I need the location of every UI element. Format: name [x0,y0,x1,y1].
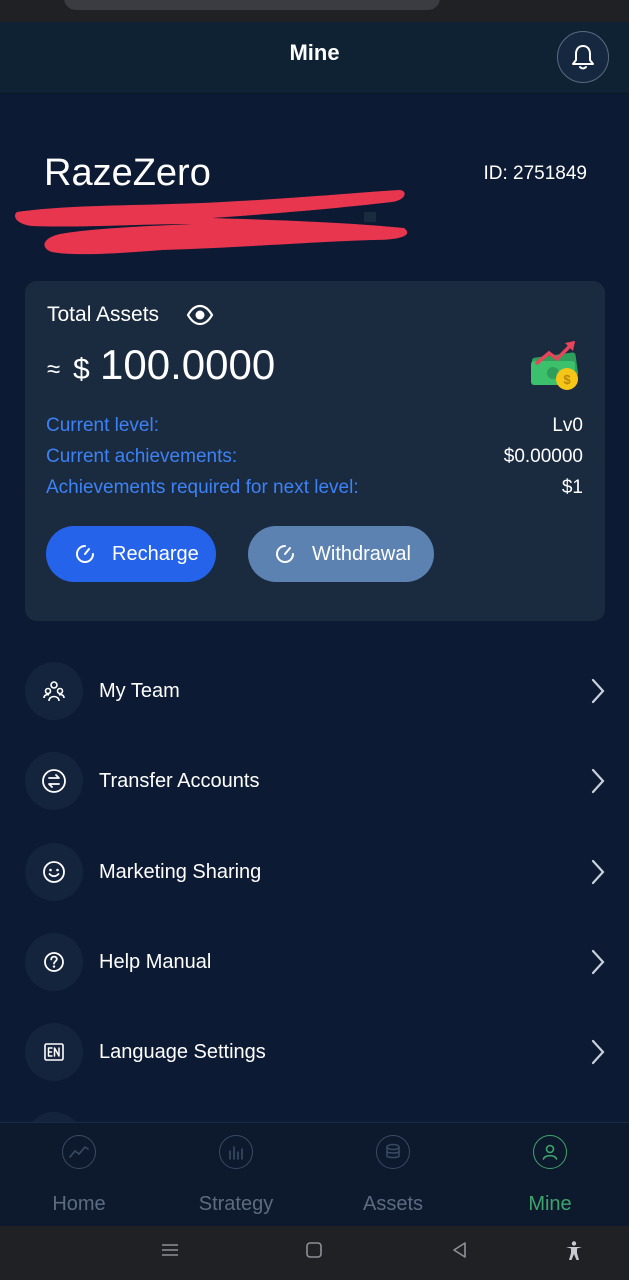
withdrawal-button[interactable]: Withdrawal [248,526,434,582]
accessibility-icon[interactable] [563,1240,585,1262]
browser-top-bar [0,0,629,22]
menu-item-language-settings[interactable]: Language Settings [25,1022,610,1082]
stat-label: Current level: [46,415,159,436]
chevron-right-icon [591,1039,605,1065]
chevron-right-icon [591,949,605,975]
menu-icon-wrap [25,933,83,991]
total-assets-card: Total Assets ≈ $ 100.0000 $ Current leve… [25,281,605,621]
nav-assets[interactable]: Assets [333,1135,453,1216]
nav-label: Assets [362,1193,424,1215]
stat-label: Current achievements: [46,446,238,467]
currency-symbol: $ [73,353,90,386]
stat-row-current-level: Current level: Lv0 [46,414,583,438]
nav-label: Mine [528,1193,572,1215]
chevron-right-icon [591,768,605,794]
stat-value: Lv0 [552,415,583,436]
menu-label: Marketing Sharing [99,860,262,883]
recharge-button[interactable]: Recharge [46,526,216,582]
recharge-icon [76,545,94,563]
money-growth-icon: $ [531,341,579,390]
withdrawal-label: Withdrawal [312,542,411,565]
stat-label: Achievements required for next level: [46,477,359,498]
bell-icon [572,45,594,70]
home-chart-icon [62,1135,96,1169]
total-assets-amount: 100.0000 [100,341,276,388]
svg-text:$: $ [563,372,571,387]
menu-item-marketing-sharing[interactable]: Marketing Sharing [25,842,610,902]
redaction-scribble [14,190,408,255]
menu-item-transfer-accounts[interactable]: Transfer Accounts [25,751,610,811]
stat-row-next-level: Achievements required for next level: $1 [46,476,583,500]
user-icon [533,1135,567,1169]
menu-icon-wrap [25,752,83,810]
stat-value: $0.00000 [503,446,583,467]
stat-value: $1 [561,477,583,498]
chevron-right-icon [591,678,605,704]
nav-mine[interactable]: Mine [490,1135,610,1216]
recent-apps-icon[interactable] [160,1240,180,1260]
smile-icon [43,861,65,883]
total-assets-label: Total Assets [47,303,160,326]
nav-label: Strategy [198,1193,274,1215]
approx-symbol: ≈ [47,356,61,383]
menu-icon-wrap [25,843,83,901]
bottom-nav: Home Strategy Assets Mine [0,1122,629,1226]
nav-home[interactable]: Home [19,1135,139,1216]
back-button-icon[interactable] [450,1240,470,1260]
user-id: ID: 2751849 [483,163,587,184]
withdrawal-icon [276,545,294,563]
menu-item-help-manual[interactable]: Help Manual [25,932,610,992]
page-title: Mine [289,40,340,65]
recharge-label: Recharge [112,542,199,565]
chevron-right-icon [591,859,605,885]
assets-coins-icon [376,1135,410,1169]
system-navigation-bar [0,1226,629,1280]
menu-label: Language Settings [99,1040,266,1063]
menu-label: Help Manual [99,950,212,973]
home-button-icon[interactable] [304,1240,324,1260]
stat-row-current-achievements: Current achievements: $0.00000 [46,445,583,469]
browser-address-bar[interactable] [64,0,440,10]
menu-label: My Team [99,679,180,702]
nav-label: Home [52,1193,106,1215]
eye-icon[interactable] [186,303,214,327]
transfer-icon [42,769,66,793]
menu-icon-wrap [25,1023,83,1081]
notification-button[interactable] [557,31,609,83]
app-header: Mine [0,22,629,94]
nav-strategy[interactable]: Strategy [176,1135,296,1216]
menu-label: Transfer Accounts [99,769,260,792]
menu-icon-wrap [25,662,83,720]
team-icon [43,681,65,702]
help-icon [44,952,64,972]
strategy-icon [219,1135,253,1169]
menu-item-my-team[interactable]: My Team [25,661,610,721]
language-icon [44,1043,64,1061]
